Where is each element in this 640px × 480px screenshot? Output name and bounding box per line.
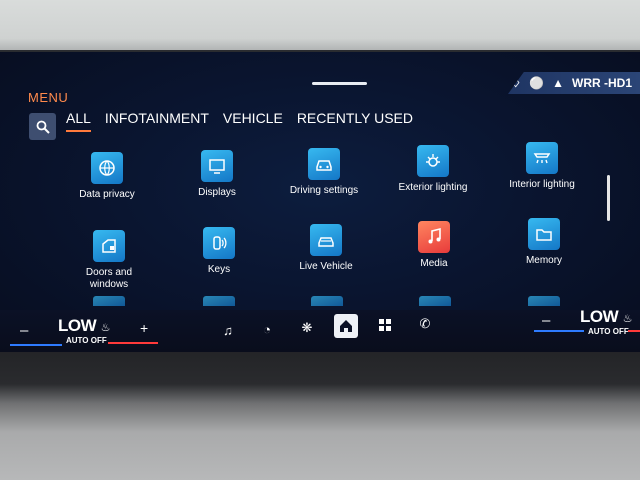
- search-button[interactable]: [29, 113, 56, 140]
- seat-heat-icon: ♨: [100, 322, 111, 334]
- app-label: Exterior lighting: [398, 182, 468, 193]
- memory-icon: [528, 218, 560, 250]
- left-hot-indicator: [108, 342, 158, 344]
- right-temp-level: LOW: [580, 307, 619, 326]
- left-temp-minus-button[interactable]: –: [20, 322, 28, 339]
- radio-station-label: WRR -HD1: [572, 76, 632, 90]
- phone-icon[interactable]: ✆: [413, 312, 437, 336]
- tab-vehicle[interactable]: VEHICLE: [223, 110, 283, 132]
- tab-infotainment[interactable]: INFOTAINMENT: [105, 110, 209, 132]
- home-icon: [340, 320, 352, 332]
- app-label: Keys: [207, 264, 231, 275]
- right-auto-mode: AUTO OFF: [588, 327, 629, 336]
- mic-muted-icon: ⚪: [529, 76, 545, 90]
- drag-handle[interactable]: [312, 82, 367, 85]
- bottom-control-bar: – LOW ♨ AUTO OFF + ♫ ◔ ❋ ✆ – LOW ♨ AUTO …: [0, 307, 640, 352]
- app-label: Live Vehicle: [299, 261, 353, 272]
- left-temp-level: LOW: [58, 316, 97, 335]
- displays-icon: [201, 150, 233, 182]
- right-temp-minus-button[interactable]: –: [542, 312, 550, 329]
- app-data-privacy[interactable]: Data privacy: [52, 152, 162, 201]
- home-button[interactable]: [334, 314, 358, 338]
- driving-settings-icon: [308, 148, 340, 180]
- seat-heat-icon: ♨: [622, 313, 633, 325]
- app-tile-partial[interactable]: [203, 296, 235, 306]
- app-doors-and-windows[interactable]: Doors and windows: [54, 230, 164, 291]
- infotainment-screen: ♢ ⚪ ▲ WRR -HD1 MENU ALL INFOTAINMENT VEH…: [0, 50, 640, 352]
- interior-lighting-icon: [526, 142, 558, 174]
- tab-all[interactable]: ALL: [66, 110, 91, 132]
- music-note-icon[interactable]: ♫: [216, 318, 240, 342]
- data-privacy-icon: [91, 152, 123, 184]
- app-tile-partial[interactable]: [311, 296, 343, 306]
- left-temp-plus-button[interactable]: +: [140, 320, 148, 336]
- apps-grid-icon[interactable]: [373, 313, 397, 337]
- app-driving-settings[interactable]: Driving settings: [269, 148, 379, 197]
- app-tile-partial[interactable]: [528, 296, 560, 306]
- app-label: Memory: [525, 255, 563, 266]
- app-live-vehicle[interactable]: Live Vehicle: [271, 224, 381, 273]
- app-memory[interactable]: Memory: [489, 218, 599, 267]
- left-climate-display[interactable]: LOW ♨ AUTO OFF: [58, 316, 110, 345]
- app-exterior-lighting[interactable]: Exterior lighting: [378, 145, 488, 194]
- app-label: Displays: [198, 187, 236, 198]
- left-auto-mode: AUTO OFF: [66, 336, 107, 345]
- fan-icon[interactable]: ❋: [295, 316, 319, 340]
- right-cold-indicator: [534, 330, 584, 332]
- status-bar: ♢ ⚪ ▲ WRR -HD1: [508, 72, 640, 94]
- signal-icon: ▲: [552, 76, 564, 90]
- left-cold-indicator: [10, 344, 62, 346]
- app-label: Doors and windows: [85, 267, 133, 290]
- app-media[interactable]: Media: [379, 221, 489, 270]
- app-keys[interactable]: Keys: [164, 227, 274, 276]
- app-label: Media: [420, 258, 448, 269]
- menu-title: MENU: [28, 90, 69, 105]
- speedometer-icon[interactable]: ◔: [255, 317, 279, 341]
- scrollbar[interactable]: [607, 175, 610, 221]
- app-interior-lighting[interactable]: Interior lighting: [487, 142, 597, 191]
- app-tile-partial[interactable]: [419, 296, 451, 306]
- right-climate-display[interactable]: LOW ♨ AUTO OFF: [580, 307, 632, 336]
- right-hot-indicator: [628, 330, 640, 332]
- doors-windows-icon: [93, 230, 125, 262]
- category-tabs: ALL INFOTAINMENT VEHICLE RECENTLY USED: [66, 110, 413, 132]
- app-label: Interior lighting: [509, 179, 575, 190]
- keys-icon: [203, 227, 235, 259]
- media-icon: [418, 221, 450, 253]
- bell-icon: ♢: [510, 76, 522, 90]
- app-label: Data privacy: [79, 189, 135, 200]
- tab-recently-used[interactable]: RECENTLY USED: [297, 110, 413, 132]
- search-icon: [36, 120, 50, 134]
- app-tile-partial[interactable]: [93, 296, 125, 306]
- exterior-lighting-icon: [417, 145, 449, 177]
- live-vehicle-icon: [310, 224, 342, 256]
- app-label: Driving settings: [289, 185, 359, 196]
- app-displays[interactable]: Displays: [162, 150, 272, 199]
